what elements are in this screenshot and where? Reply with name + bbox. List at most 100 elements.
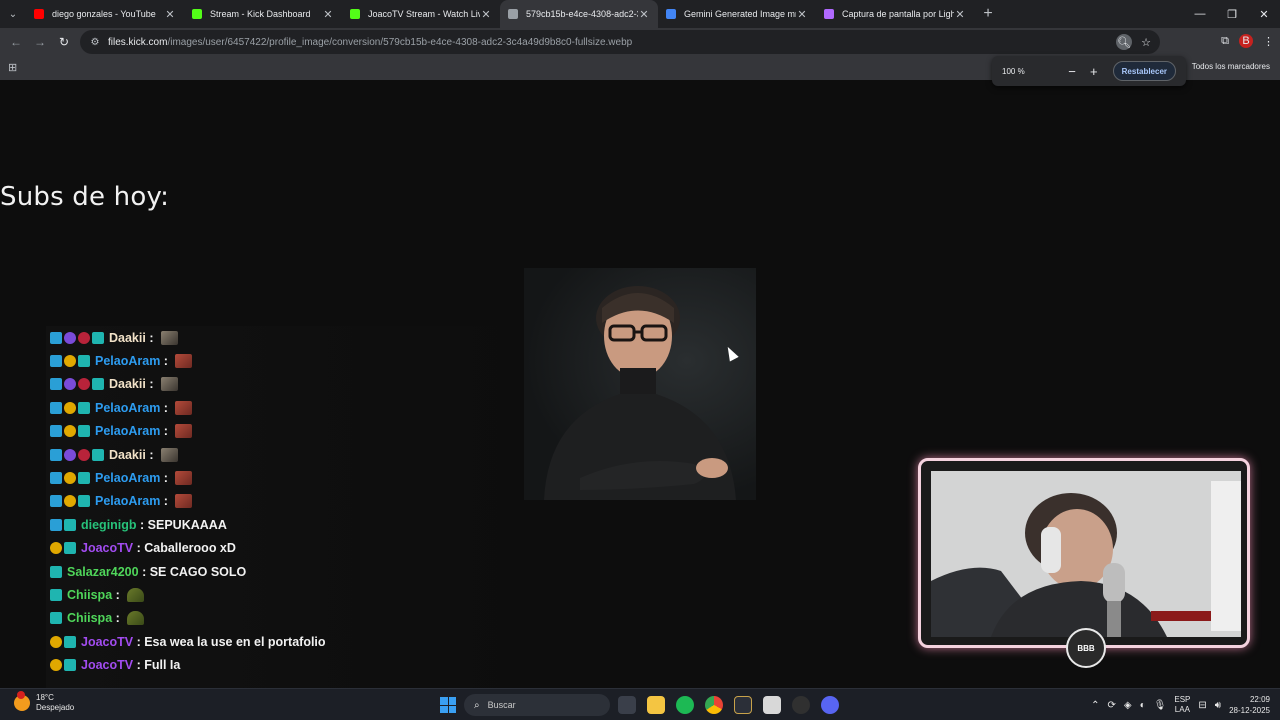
chat-username[interactable]: PelaoAram	[95, 471, 160, 485]
forward-button[interactable]: →	[28, 30, 52, 54]
chat-username[interactable]: dieginigb	[81, 518, 137, 532]
badge-icon	[78, 355, 90, 368]
start-button[interactable]	[440, 697, 456, 713]
site-info-icon[interactable]: ⚙	[86, 37, 104, 48]
webcam-feed	[931, 471, 1241, 637]
browser-tab[interactable]: Captura de pantalla por Lightsh✕	[816, 0, 974, 28]
minimize-button[interactable]: —	[1184, 0, 1216, 28]
tab-favicon-icon	[34, 9, 44, 19]
chat-username[interactable]: Chiispa	[67, 588, 112, 602]
browser-tab[interactable]: Stream - Kick Dashboard ✕	[184, 0, 342, 28]
badge-icon	[78, 378, 90, 391]
all-bookmarks-button[interactable]: Todos los marcadores	[1192, 62, 1270, 71]
badge-icon	[64, 355, 76, 368]
close-tab-icon[interactable]: ✕	[638, 8, 650, 21]
weather-widget[interactable]: 18°C Despejado	[14, 691, 75, 713]
profile-photo-illustration	[544, 286, 736, 500]
chat-username[interactable]: Daakii	[109, 331, 146, 345]
chat-separator: :	[160, 424, 172, 439]
clock-date: 28-12-2025	[1229, 706, 1270, 715]
badge-icon	[92, 331, 104, 344]
url-path: /images/user/6457422/profile_image/conve…	[167, 36, 633, 48]
chat-username[interactable]: PelaoAram	[95, 494, 160, 508]
chevron-up-icon[interactable]: ⌃	[1091, 700, 1099, 711]
chat-separator: :	[145, 330, 157, 345]
chat-username[interactable]: PelaoAram	[95, 424, 160, 438]
menu-icon[interactable]: ⋮	[1263, 35, 1274, 48]
chat-username[interactable]: Daakii	[109, 377, 146, 391]
chat-username[interactable]: Salazar4200	[67, 565, 139, 579]
emote-icon	[160, 330, 178, 345]
chat-separator: :	[133, 541, 145, 556]
tab-search-button[interactable]: ⌄	[0, 0, 26, 28]
chrome-icon[interactable]	[705, 696, 723, 714]
emote-icon	[175, 400, 193, 415]
tray-app-icon[interactable]: ⟳	[1108, 700, 1116, 711]
close-tab-icon[interactable]: ✕	[322, 8, 334, 21]
extensions-icon[interactable]: ⧉	[1221, 35, 1229, 48]
badge-icon	[78, 495, 90, 508]
badge-icon	[64, 659, 76, 672]
tray-app-icon-2[interactable]: ◈	[1124, 700, 1132, 711]
browser-tab[interactable]: diego gonzales - YouTube ✕	[26, 0, 184, 28]
close-window-button[interactable]: ✕	[1248, 0, 1280, 28]
tab-favicon-icon	[350, 9, 360, 19]
app-icon-1[interactable]	[734, 696, 752, 714]
browser-tab[interactable]: Gemini Generated Image mrqi ✕	[658, 0, 816, 28]
emote-icon	[175, 471, 193, 486]
app-icon-2[interactable]	[763, 696, 781, 714]
browser-tab[interactable]: 579cb15b-e4ce-4308-adc2-3c4✕	[500, 0, 658, 28]
close-tab-icon[interactable]: ✕	[164, 8, 176, 21]
badge-icon	[50, 659, 62, 672]
reload-button[interactable]: ↻	[52, 30, 76, 54]
chat-separator: :	[145, 377, 157, 392]
tab-title: JoacoTV Stream - Watch Live o	[368, 9, 480, 19]
chat-username[interactable]: JoacoTV	[81, 541, 133, 555]
badge-icon	[78, 472, 90, 485]
close-tab-icon[interactable]: ✕	[954, 8, 966, 21]
maximize-button[interactable]: ❐	[1216, 0, 1248, 28]
tray-app-icon-3[interactable]: ◐	[1140, 700, 1146, 711]
badge-icon	[50, 565, 62, 578]
chat-username[interactable]: PelaoAram	[95, 401, 160, 415]
network-icon[interactable]: ⊟	[1198, 700, 1206, 711]
address-bar[interactable]: ⚙ files.kick.com/images/user/6457422/pro…	[80, 30, 1160, 54]
language-indicator[interactable]: ESP LAA	[1174, 695, 1190, 715]
profile-avatar[interactable]: B	[1239, 34, 1253, 48]
new-tab-button[interactable]: +	[974, 5, 1002, 23]
browser-tab[interactable]: JoacoTV Stream - Watch Live o✕	[342, 0, 500, 28]
chat-username[interactable]: JoacoTV	[81, 635, 133, 649]
zoom-reset-button[interactable]: Restablecer	[1112, 61, 1177, 81]
weather-desc: Despejado	[36, 703, 75, 712]
bookmark-star-icon[interactable]: ☆	[1138, 34, 1154, 50]
obs-icon[interactable]	[792, 696, 810, 714]
zoom-in-button[interactable]: +	[1083, 64, 1105, 79]
close-tab-icon[interactable]: ✕	[480, 8, 492, 21]
chevron-down-icon: ⌄	[8, 8, 18, 20]
tab-strip: ⌄ diego gonzales - YouTube ✕ Stream - Kick…	[0, 0, 1280, 28]
clock[interactable]: 22:09 28-12-2025	[1229, 694, 1270, 716]
apps-grid-icon[interactable]: ⊞	[8, 61, 17, 74]
zoom-icon[interactable]: 🔍︎	[1116, 34, 1132, 50]
chat-message: JoacoTV : Caballerooo xD	[46, 537, 526, 560]
chat-username[interactable]: PelaoAram	[95, 354, 160, 368]
back-button[interactable]: ←	[4, 30, 28, 54]
close-tab-icon[interactable]: ✕	[796, 8, 808, 21]
page-content: Subs de hoy: Daakii : PelaoAram : Daakii…	[0, 80, 1280, 688]
chat-separator: :	[160, 400, 172, 415]
task-view-icon[interactable]	[618, 696, 636, 714]
taskbar-search[interactable]: ⌕ Buscar	[464, 694, 610, 716]
spotify-icon[interactable]	[676, 696, 694, 714]
discord-icon[interactable]	[821, 696, 839, 714]
badge-icon	[92, 448, 104, 461]
chat-message: JoacoTV : Full Ia	[46, 653, 526, 676]
volume-icon[interactable]: 🔊︎	[1215, 700, 1221, 711]
chat-username[interactable]: Chiispa	[67, 611, 112, 625]
chat-username[interactable]: Daakii	[109, 448, 146, 462]
file-explorer-icon[interactable]	[647, 696, 665, 714]
chat-text: Caballerooo xD	[144, 541, 236, 556]
chat-username[interactable]: JoacoTV	[81, 658, 133, 672]
zoom-out-button[interactable]: −	[1061, 64, 1083, 79]
chat-separator: :	[138, 564, 150, 579]
microphone-icon[interactable]: 🎙︎	[1154, 700, 1167, 711]
